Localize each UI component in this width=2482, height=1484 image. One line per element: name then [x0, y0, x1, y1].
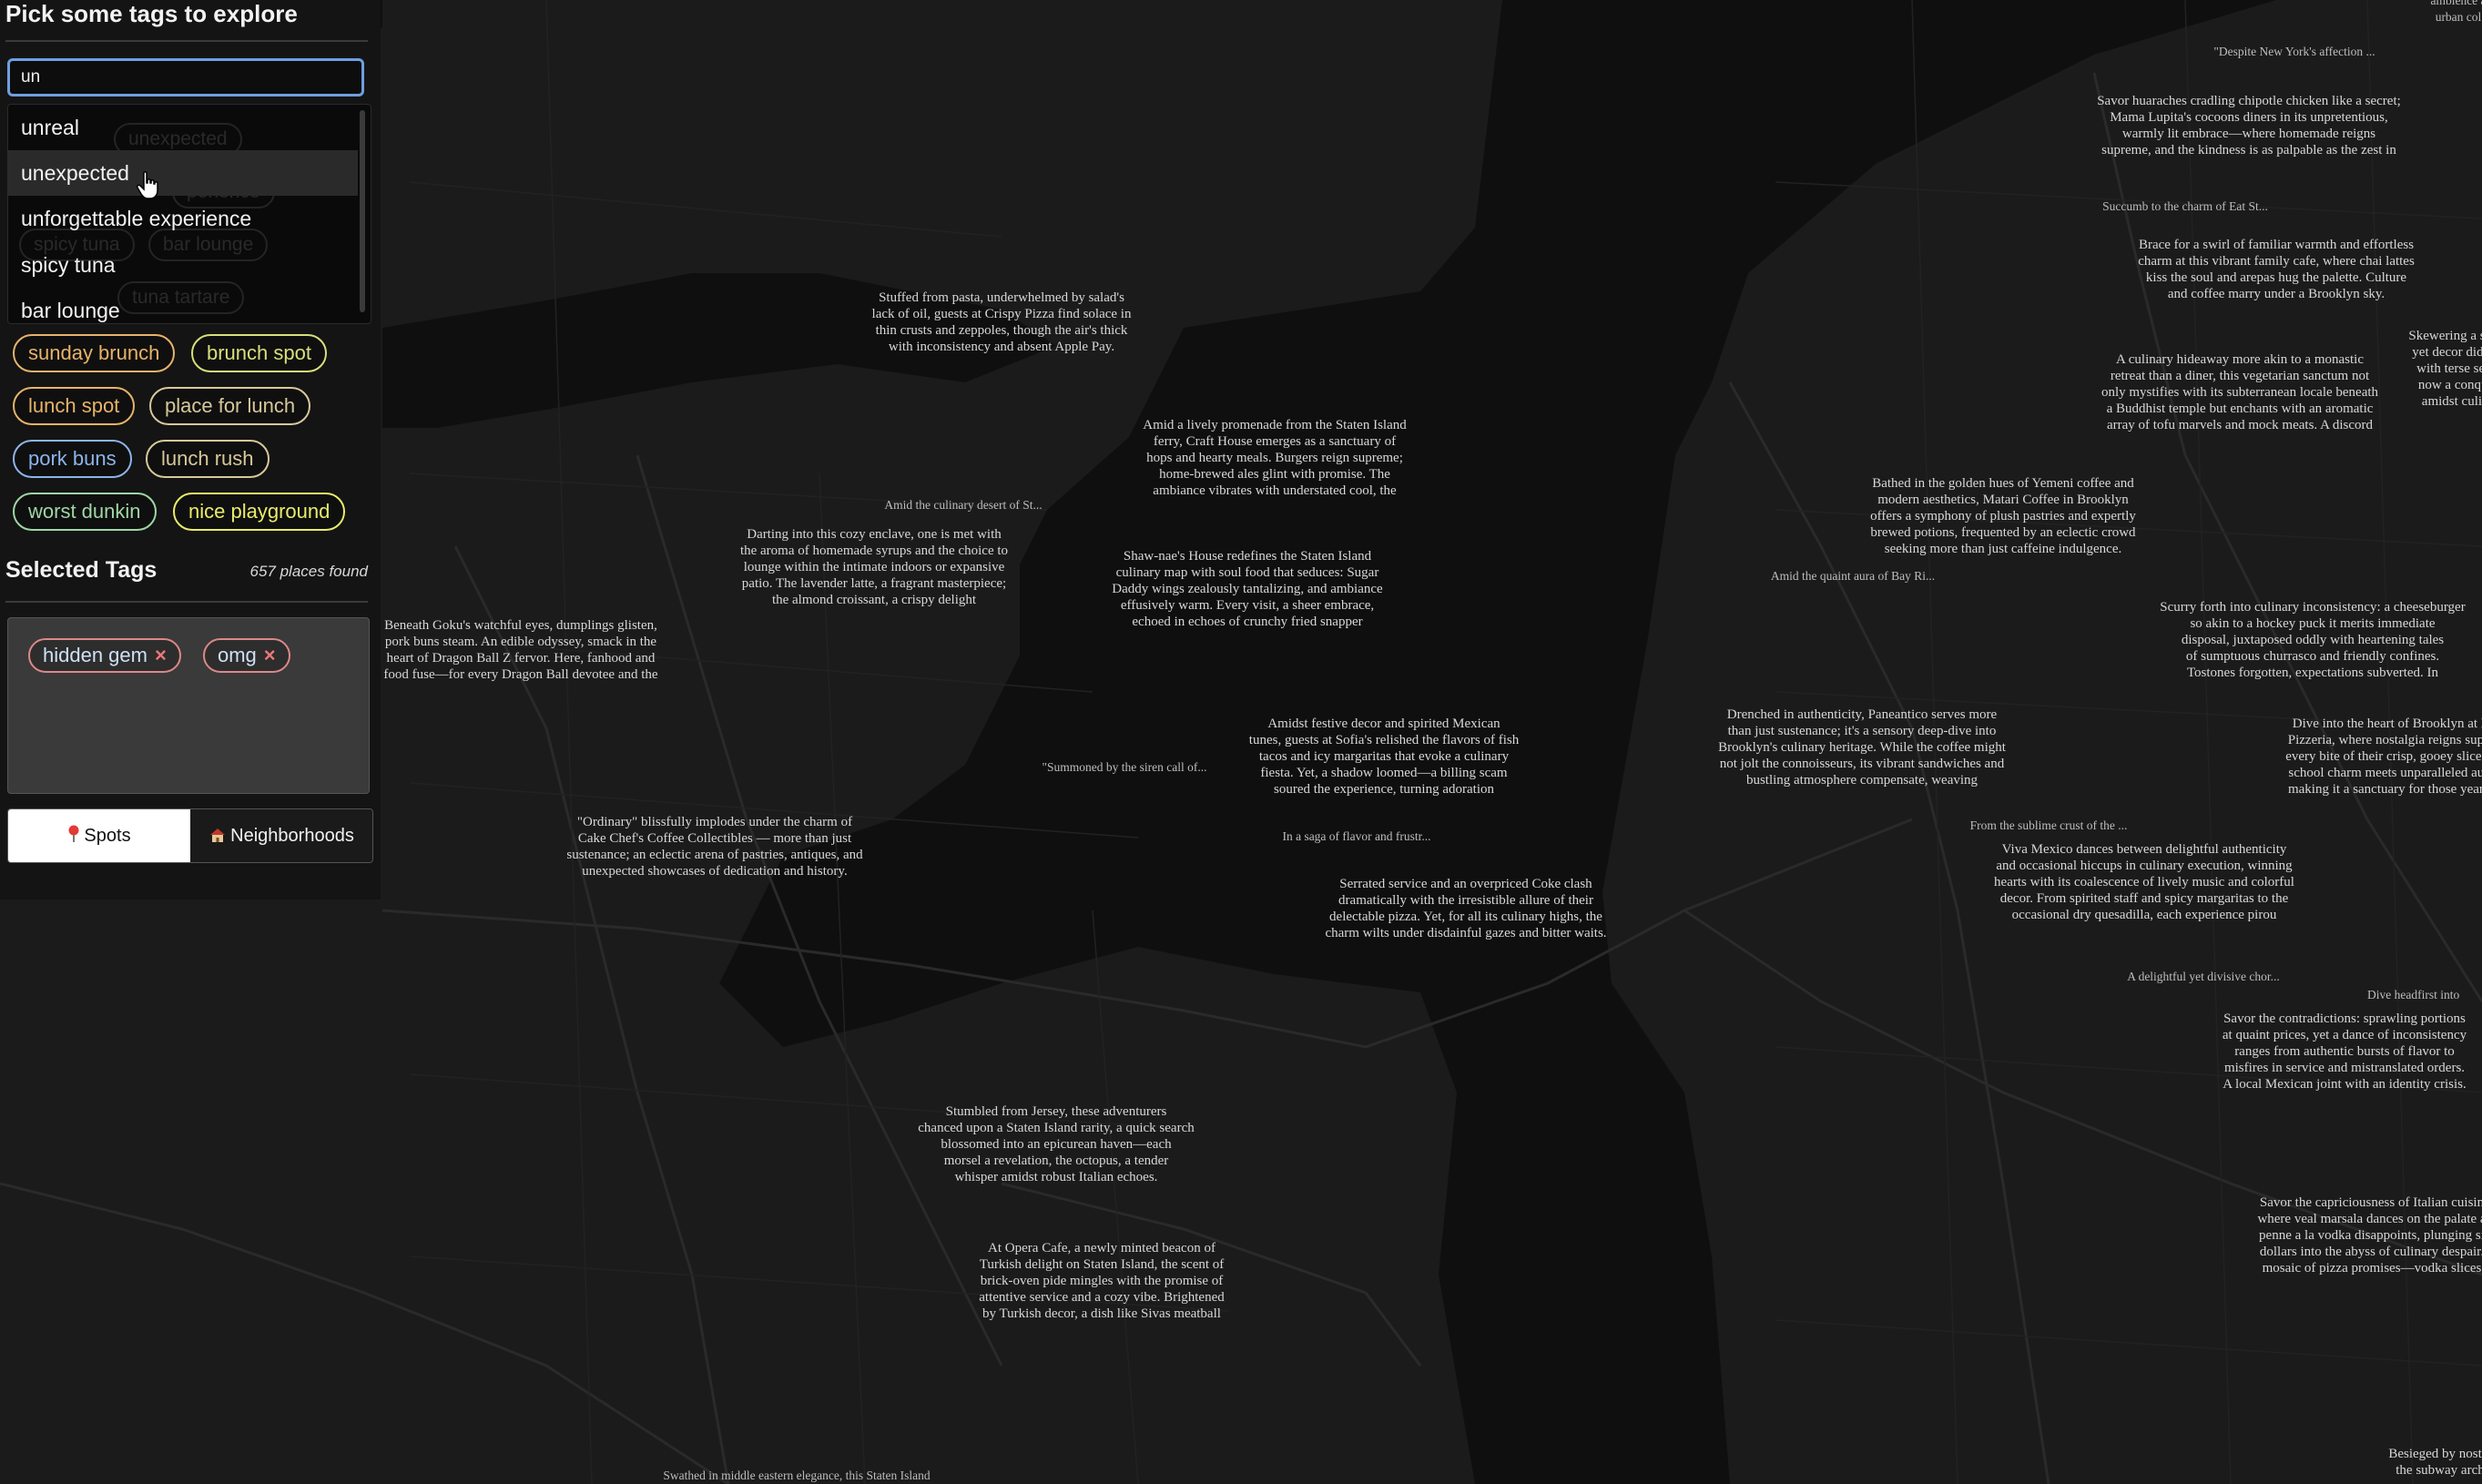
selected-tag[interactable]: omg ×: [203, 638, 290, 673]
map-label[interactable]: A culinary hideaway more akin to a monas…: [2076, 351, 2404, 433]
map-label[interactable]: Beneath Goku's watchful eyes, dumplings …: [375, 617, 666, 683]
tag-search-input[interactable]: [7, 58, 364, 97]
map-label[interactable]: Savor the contradictions: sprawling port…: [2194, 1011, 2482, 1093]
tag-chip[interactable]: nice playground: [173, 493, 346, 531]
map-label[interactable]: Drenched in authenticity, Paneantico ser…: [1712, 706, 2012, 788]
autocomplete-dropdown: unexpected perience spicy tuna bar loung…: [7, 104, 371, 324]
selected-tags-heading: Selected Tags: [5, 557, 158, 583]
places-found-count: 657 places found: [249, 563, 369, 580]
divider: [5, 40, 368, 42]
map-label[interactable]: "Ordinary" blissfully implodes under the…: [555, 814, 874, 879]
map-label[interactable]: At Opera Cafe, a newly minted beacon of …: [956, 1240, 1247, 1322]
autocomplete-option[interactable]: bar lounge: [8, 288, 358, 323]
map-label[interactable]: Savor huaraches cradling chipotle chicke…: [2085, 93, 2413, 158]
map-label[interactable]: ambience a urban col: [2404, 0, 2482, 25]
map-label[interactable]: Stumbled from Jersey, these adventurers …: [901, 1103, 1211, 1185]
map-label[interactable]: Amid the quaint aura of Bay Ri...: [1748, 568, 1958, 584]
house-icon: [210, 828, 226, 842]
tag-chip[interactable]: lunch spot: [13, 387, 136, 425]
autocomplete-option[interactable]: unreal: [8, 105, 358, 150]
map-label[interactable]: Amidst festive decor and spirited Mexica…: [1238, 716, 1530, 798]
map-label[interactable]: In a saga of flavor and frustr...: [1256, 828, 1457, 845]
map-label[interactable]: Swathed in middle eastern elegance, this…: [619, 1468, 974, 1484]
map-label[interactable]: Serrated service and an overpriced Coke …: [1311, 876, 1621, 941]
map-label[interactable]: Viva Mexico dances between delightful au…: [1976, 841, 2313, 923]
divider: [5, 601, 368, 603]
map-label[interactable]: "Summoned by the siren call of...: [1029, 759, 1220, 776]
map-label[interactable]: Shaw-nae's House redefines the Staten Is…: [1102, 548, 1393, 630]
tag-chip[interactable]: pork buns: [13, 440, 132, 478]
tag-chip[interactable]: lunch rush: [146, 440, 270, 478]
hand-pointer-icon: [137, 171, 158, 199]
map-label[interactable]: Stuffed from pasta, underwhelmed by sala…: [856, 290, 1147, 355]
map-label[interactable]: A delightful yet divisive chor...: [2103, 969, 2304, 985]
autocomplete-option[interactable]: spicy tuna: [8, 242, 358, 288]
remove-tag-icon[interactable]: ×: [264, 644, 276, 666]
tag-chip[interactable]: sunday brunch: [13, 334, 176, 372]
spots-label: Spots: [84, 826, 131, 846]
selected-tag-label: hidden gem: [43, 644, 147, 666]
map-label[interactable]: Brace for a swirl of familiar warmth and…: [2121, 237, 2431, 302]
autocomplete-option[interactable]: unexpected: [8, 150, 358, 196]
selected-tag[interactable]: hidden gem ×: [28, 638, 181, 673]
view-toggle: Spots Neighborhoods: [7, 808, 373, 863]
page-title: Pick some tags to explore: [5, 0, 298, 27]
tag-chip[interactable]: worst dunkin: [13, 493, 157, 531]
tag-chip[interactable]: brunch spot: [191, 334, 327, 372]
selected-tags-box: hidden gem × omg ×: [7, 617, 370, 794]
tag-chip[interactable]: place for lunch: [149, 387, 311, 425]
map-label[interactable]: Besieged by nostal the subway arch: [2358, 1446, 2482, 1479]
map-label[interactable]: Dive into the heart of Brooklyn at Da Pi…: [2258, 716, 2482, 798]
map-label[interactable]: Amid the culinary desert of St...: [863, 497, 1063, 513]
pin-icon: [68, 825, 79, 842]
map-label[interactable]: Savor the capriciousness of Italian cuis…: [2222, 1194, 2482, 1276]
spots-button[interactable]: Spots: [8, 809, 190, 862]
neighborhoods-label: Neighborhoods: [230, 826, 354, 846]
autocomplete-option[interactable]: unforgettable experience: [8, 196, 358, 241]
remove-tag-icon[interactable]: ×: [155, 644, 167, 666]
selected-tag-label: omg: [218, 644, 257, 666]
map-label[interactable]: From the sublime crust of the ...: [1948, 818, 2149, 834]
map-label[interactable]: Scurry forth into culinary inconsistency…: [2140, 599, 2482, 681]
map-label[interactable]: Bathed in the golden hues of Yemeni coff…: [1848, 475, 2158, 557]
map-label[interactable]: Succumb to the charm of Eat St...: [2085, 198, 2285, 215]
map-label[interactable]: Skewering a steak yet decor didn't f wit…: [2404, 328, 2482, 410]
neighborhoods-button[interactable]: Neighborhoods: [190, 809, 372, 862]
dropdown-scrollbar[interactable]: [360, 110, 365, 312]
map-label[interactable]: "Despite New York's affection ...: [2194, 44, 2395, 60]
map-label[interactable]: Darting into this cozy enclave, one is m…: [728, 526, 1020, 608]
map-label[interactable]: Amid a lively promenade from the Staten …: [1129, 417, 1420, 499]
sidebar: Pick some tags to explore unexpected per…: [0, 0, 381, 900]
map-label[interactable]: Dive headfirst into: [2367, 987, 2482, 1003]
